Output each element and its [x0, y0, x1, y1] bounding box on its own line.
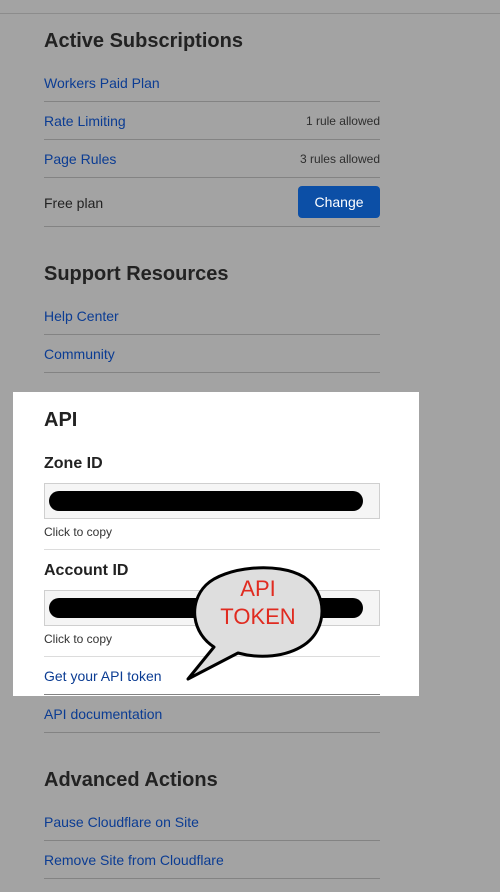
rate-limiting-link[interactable]: Rate Limiting — [44, 113, 126, 129]
pause-cloudflare-link[interactable]: Pause Cloudflare on Site — [44, 814, 199, 830]
remove-site-link[interactable]: Remove Site from Cloudflare — [44, 852, 224, 868]
help-center-link[interactable]: Help Center — [44, 308, 119, 324]
advanced-row-remove: Remove Site from Cloudflare — [44, 841, 380, 879]
page-rules-allowance: 3 rules allowed — [299, 152, 380, 166]
plan-row: Free plan Change — [44, 178, 380, 227]
change-plan-button[interactable]: Change — [298, 186, 380, 218]
top-divider — [0, 13, 500, 14]
subscription-row-workers: Workers Paid Plan — [44, 64, 380, 102]
zone-id-field[interactable] — [44, 483, 380, 519]
api-title: API — [44, 409, 78, 431]
subscription-row-rate-limiting: Rate Limiting 1 rule allowed — [44, 102, 380, 140]
advanced-row-pause: Pause Cloudflare on Site — [44, 803, 380, 841]
api-docs-row: API documentation — [44, 695, 380, 733]
callout-line-2: TOKEN — [220, 604, 296, 629]
community-link[interactable]: Community — [44, 346, 115, 362]
account-id-copy-hint: Click to copy — [44, 632, 113, 646]
subscriptions-title: Active Subscriptions — [44, 30, 243, 52]
callout-text: API TOKEN — [196, 575, 320, 631]
support-row-community: Community — [44, 335, 380, 373]
callout-line-1: API — [240, 576, 276, 601]
zone-id-redaction — [49, 491, 363, 511]
workers-paid-plan-link[interactable]: Workers Paid Plan — [44, 75, 160, 91]
page-rules-link[interactable]: Page Rules — [44, 151, 116, 167]
advanced-title: Advanced Actions — [44, 769, 218, 791]
rate-limiting-allowance: 1 rule allowed — [305, 114, 380, 128]
get-api-token-link[interactable]: Get your API token — [44, 668, 162, 684]
support-row-help-center: Help Center — [44, 297, 380, 335]
api-documentation-link[interactable]: API documentation — [44, 706, 162, 722]
account-id-label: Account ID — [44, 562, 129, 579]
zone-id-copy-hint: Click to copy — [44, 525, 113, 539]
support-title: Support Resources — [44, 263, 229, 285]
subscription-row-page-rules: Page Rules 3 rules allowed — [44, 140, 380, 178]
zone-id-row: Zone ID Click to copy — [44, 450, 380, 550]
plan-label: Free plan — [44, 195, 104, 211]
zone-id-label: Zone ID — [44, 455, 103, 472]
